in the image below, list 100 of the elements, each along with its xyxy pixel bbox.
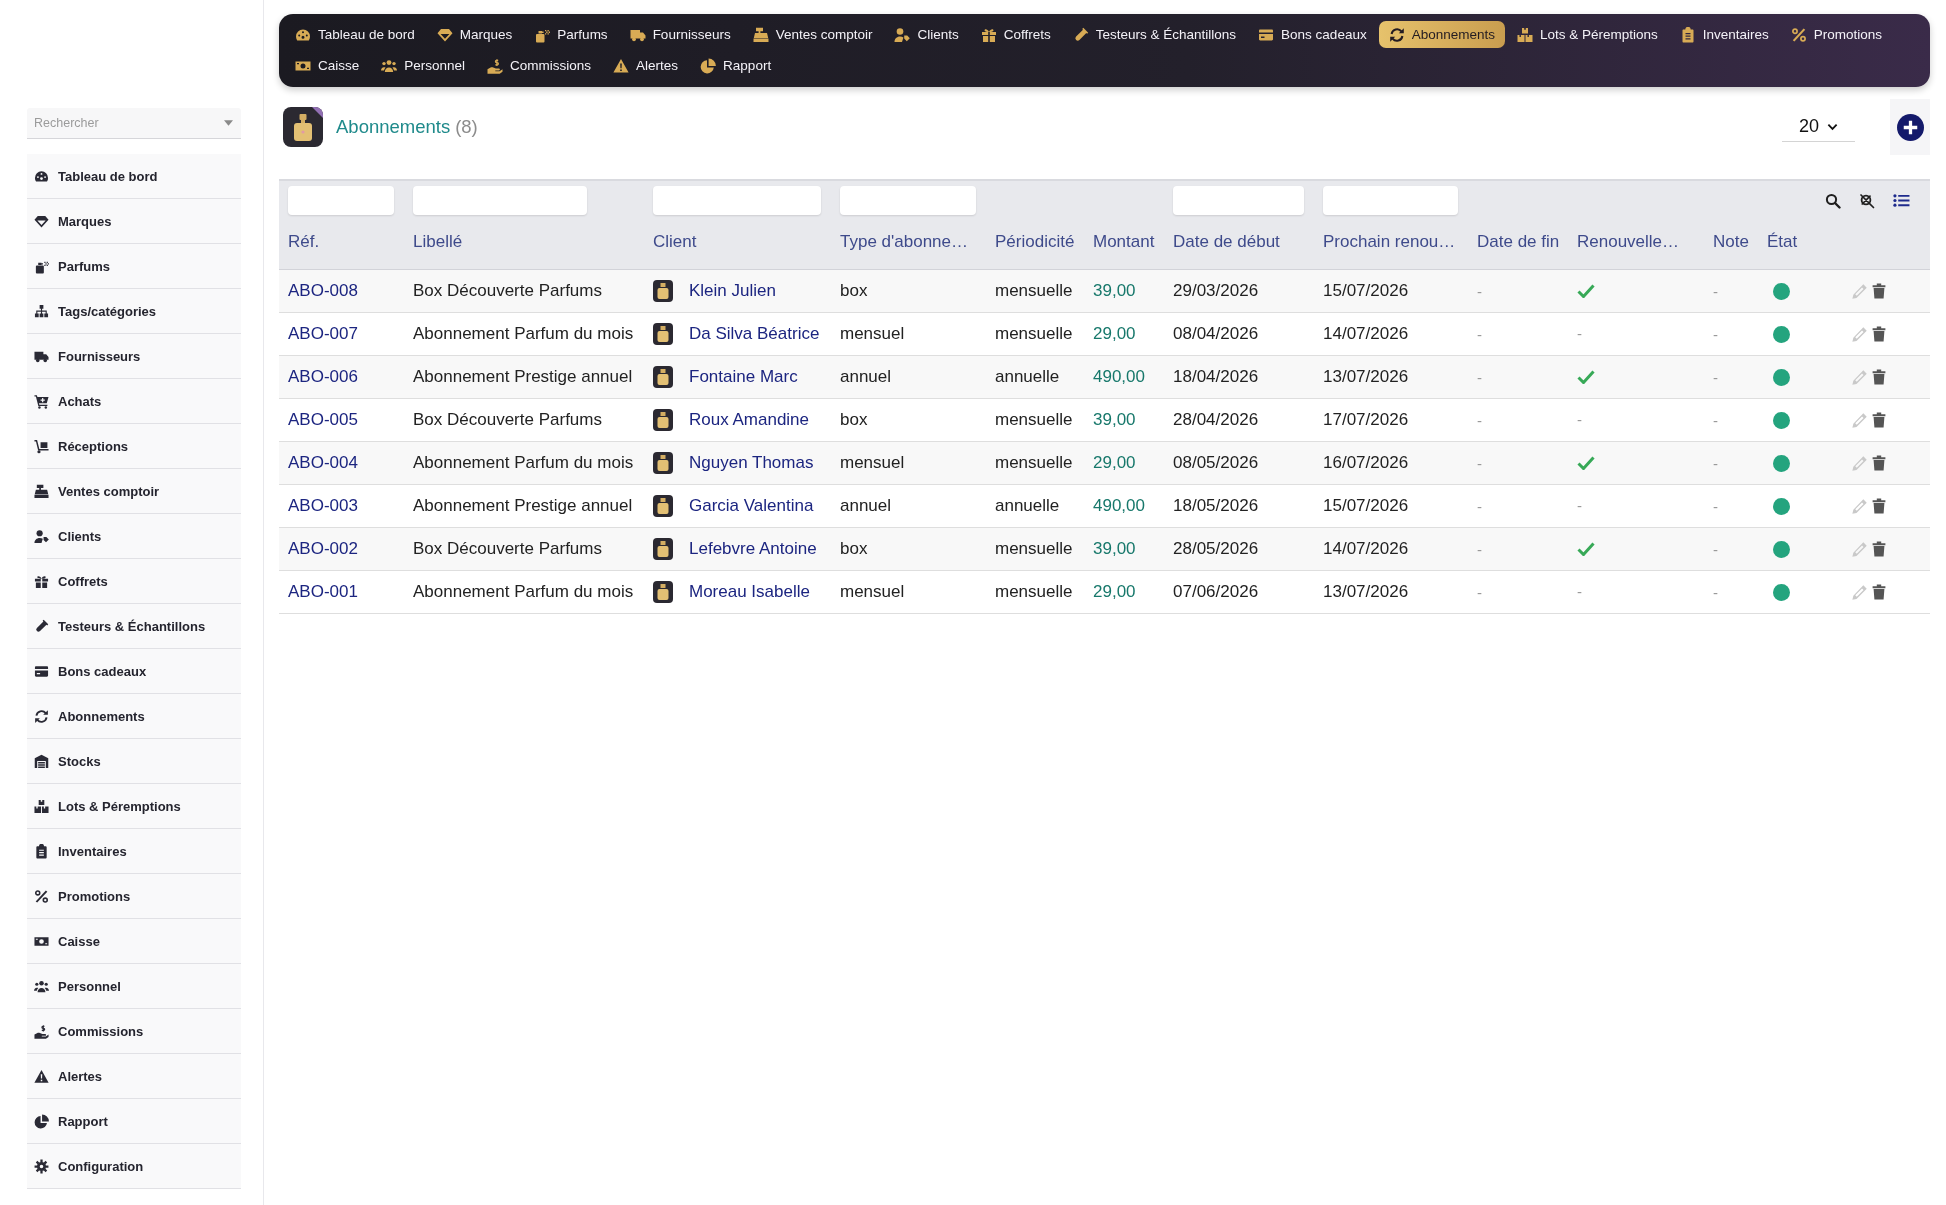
trash-icon[interactable] <box>1872 369 1886 385</box>
trash-icon[interactable] <box>1872 412 1886 428</box>
column-header[interactable]: Client <box>653 232 840 252</box>
column-header[interactable]: Date de début <box>1173 232 1323 252</box>
pie-chart-icon <box>700 57 717 74</box>
cash-register-icon <box>34 483 49 499</box>
nav-tab[interactable]: Promotions <box>1780 21 1893 48</box>
sidebar-item[interactable]: Configuration <box>27 1144 241 1189</box>
sidebar-item[interactable]: Caisse <box>27 919 241 964</box>
filter-field[interactable] <box>288 186 394 215</box>
client-link[interactable]: Klein Julien <box>689 281 776 301</box>
list-icon[interactable] <box>1893 193 1910 208</box>
column-header[interactable]: Renouvelle… <box>1577 232 1713 252</box>
filter-field[interactable] <box>840 186 976 215</box>
sidebar-item[interactable]: Personnel <box>27 964 241 1009</box>
nav-tab[interactable]: Inventaires <box>1669 21 1779 48</box>
sidebar-item[interactable]: Abonnements <box>27 694 241 739</box>
sidebar-item[interactable]: Bons cadeaux <box>27 649 241 694</box>
nav-tab[interactable]: Fournisseurs <box>619 21 741 48</box>
nav-tab[interactable]: Coffrets <box>970 21 1061 48</box>
sidebar-item[interactable]: Lots & Péremptions <box>27 784 241 829</box>
trash-icon[interactable] <box>1872 541 1886 557</box>
ref-link[interactable]: ABO-008 <box>288 281 413 301</box>
ref-link[interactable]: ABO-005 <box>288 410 413 430</box>
search-icon[interactable] <box>1825 192 1841 209</box>
client-link[interactable]: Fontaine Marc <box>689 367 798 387</box>
ref-link[interactable]: ABO-007 <box>288 324 413 344</box>
nav-tab[interactable]: Alertes <box>603 52 689 79</box>
table-cell-text: 29,00 <box>1093 453 1137 473</box>
sidebar-item[interactable]: Clients <box>27 514 241 559</box>
sidebar-item[interactable]: Marques <box>27 199 241 244</box>
search-off-icon[interactable] <box>1859 192 1875 209</box>
search-field[interactable]: Rechercher <box>27 108 241 139</box>
ref-link[interactable]: ABO-004 <box>288 453 413 473</box>
column-header[interactable]: Libellé <box>413 232 653 252</box>
client-link[interactable]: Garcia Valentina <box>689 496 814 516</box>
nav-tab[interactable]: Commissions <box>477 52 602 79</box>
perfume-bottle-icon <box>283 107 323 147</box>
column-header[interactable]: Note <box>1713 232 1767 252</box>
nav-tab[interactable]: Marques <box>426 21 523 48</box>
client-link[interactable]: Roux Amandine <box>689 410 810 430</box>
sidebar-item[interactable]: Tags/catégories <box>27 289 241 334</box>
nav-tab[interactable]: Personnel <box>371 52 476 79</box>
sidebar-item[interactable]: Tableau de bord <box>27 154 241 199</box>
trash-icon[interactable] <box>1872 326 1886 342</box>
sidebar-item[interactable]: Alertes <box>27 1054 241 1099</box>
sidebar-item[interactable]: Rapport <box>27 1099 241 1144</box>
column-header[interactable]: Date de fin <box>1477 232 1577 252</box>
trash-icon[interactable] <box>1872 455 1886 471</box>
page-size-select[interactable]: 20 <box>1782 112 1855 142</box>
filter-field[interactable] <box>653 186 821 215</box>
sidebar-item[interactable]: Stocks <box>27 739 241 784</box>
column-header[interactable]: Réf. <box>288 232 413 252</box>
sidebar-item[interactable]: Fournisseurs <box>27 334 241 379</box>
filter-field[interactable] <box>1173 186 1304 215</box>
sidebar-item[interactable]: Inventaires <box>27 829 241 874</box>
ref-link[interactable]: ABO-001 <box>288 582 413 602</box>
gauge-icon <box>34 168 49 184</box>
column-header[interactable]: Prochain renou… <box>1323 232 1477 252</box>
sidebar-item[interactable]: Promotions <box>27 874 241 919</box>
trash-icon[interactable] <box>1872 498 1886 514</box>
ref-link[interactable]: ABO-003 <box>288 496 413 516</box>
nav-tab[interactable]: Testeurs & Échantillons <box>1062 21 1247 48</box>
sidebar-item[interactable]: Coffrets <box>27 559 241 604</box>
filter-field[interactable] <box>1323 186 1458 215</box>
sidebar-item[interactable]: Parfums <box>27 244 241 289</box>
nav-tab[interactable]: Lots & Péremptions <box>1506 21 1668 48</box>
client-link[interactable]: Lefebvre Antoine <box>689 539 817 559</box>
nav-tab[interactable]: Rapport <box>690 52 782 79</box>
sidebar-item[interactable]: Commissions <box>27 1009 241 1054</box>
nav-tab[interactable]: Caisse <box>285 52 370 79</box>
ref-link[interactable]: ABO-002 <box>288 539 413 559</box>
nav-tab[interactable]: Bons cadeaux <box>1248 21 1377 48</box>
client-link[interactable]: Da Silva Béatrice <box>689 324 820 344</box>
table-cell-text: - <box>1477 454 1483 472</box>
nav-tab[interactable]: Tableau de bord <box>285 21 425 48</box>
column-header[interactable]: Périodicité <box>995 232 1093 252</box>
sidebar-item[interactable]: Testeurs & Échantillons <box>27 604 241 649</box>
nav-tab[interactable]: Abonnements <box>1378 21 1505 48</box>
nav-tab[interactable]: Parfums <box>524 21 618 48</box>
client-link[interactable]: Moreau Isabelle <box>689 582 810 602</box>
sidebar-item[interactable]: Réceptions <box>27 424 241 469</box>
table-cell-text: Abonnement Parfum du mois <box>413 582 635 602</box>
table-cell-text: Abonnement Parfum du mois <box>413 453 635 473</box>
add-button[interactable] <box>1890 99 1930 155</box>
sidebar-item[interactable]: Ventes comptoir <box>27 469 241 514</box>
trash-icon[interactable] <box>1872 283 1886 299</box>
ref-link[interactable]: ABO-006 <box>288 367 413 387</box>
user-tag-icon <box>894 26 911 43</box>
client-link[interactable]: Nguyen Thomas <box>689 453 814 473</box>
trash-icon[interactable] <box>1872 584 1886 600</box>
filter-field[interactable] <box>413 186 587 215</box>
column-header[interactable]: Montant <box>1093 232 1173 252</box>
column-header[interactable]: État <box>1767 232 1849 252</box>
column-header[interactable]: Type d'abonne… <box>840 232 995 252</box>
table-cell-text: 14/07/2026 <box>1323 539 1410 559</box>
nav-tab[interactable]: Clients <box>884 21 969 48</box>
nav-tab[interactable]: Ventes comptoir <box>742 21 883 48</box>
sidebar-item[interactable]: Achats <box>27 379 241 424</box>
table-cell-text: - <box>1477 497 1483 515</box>
